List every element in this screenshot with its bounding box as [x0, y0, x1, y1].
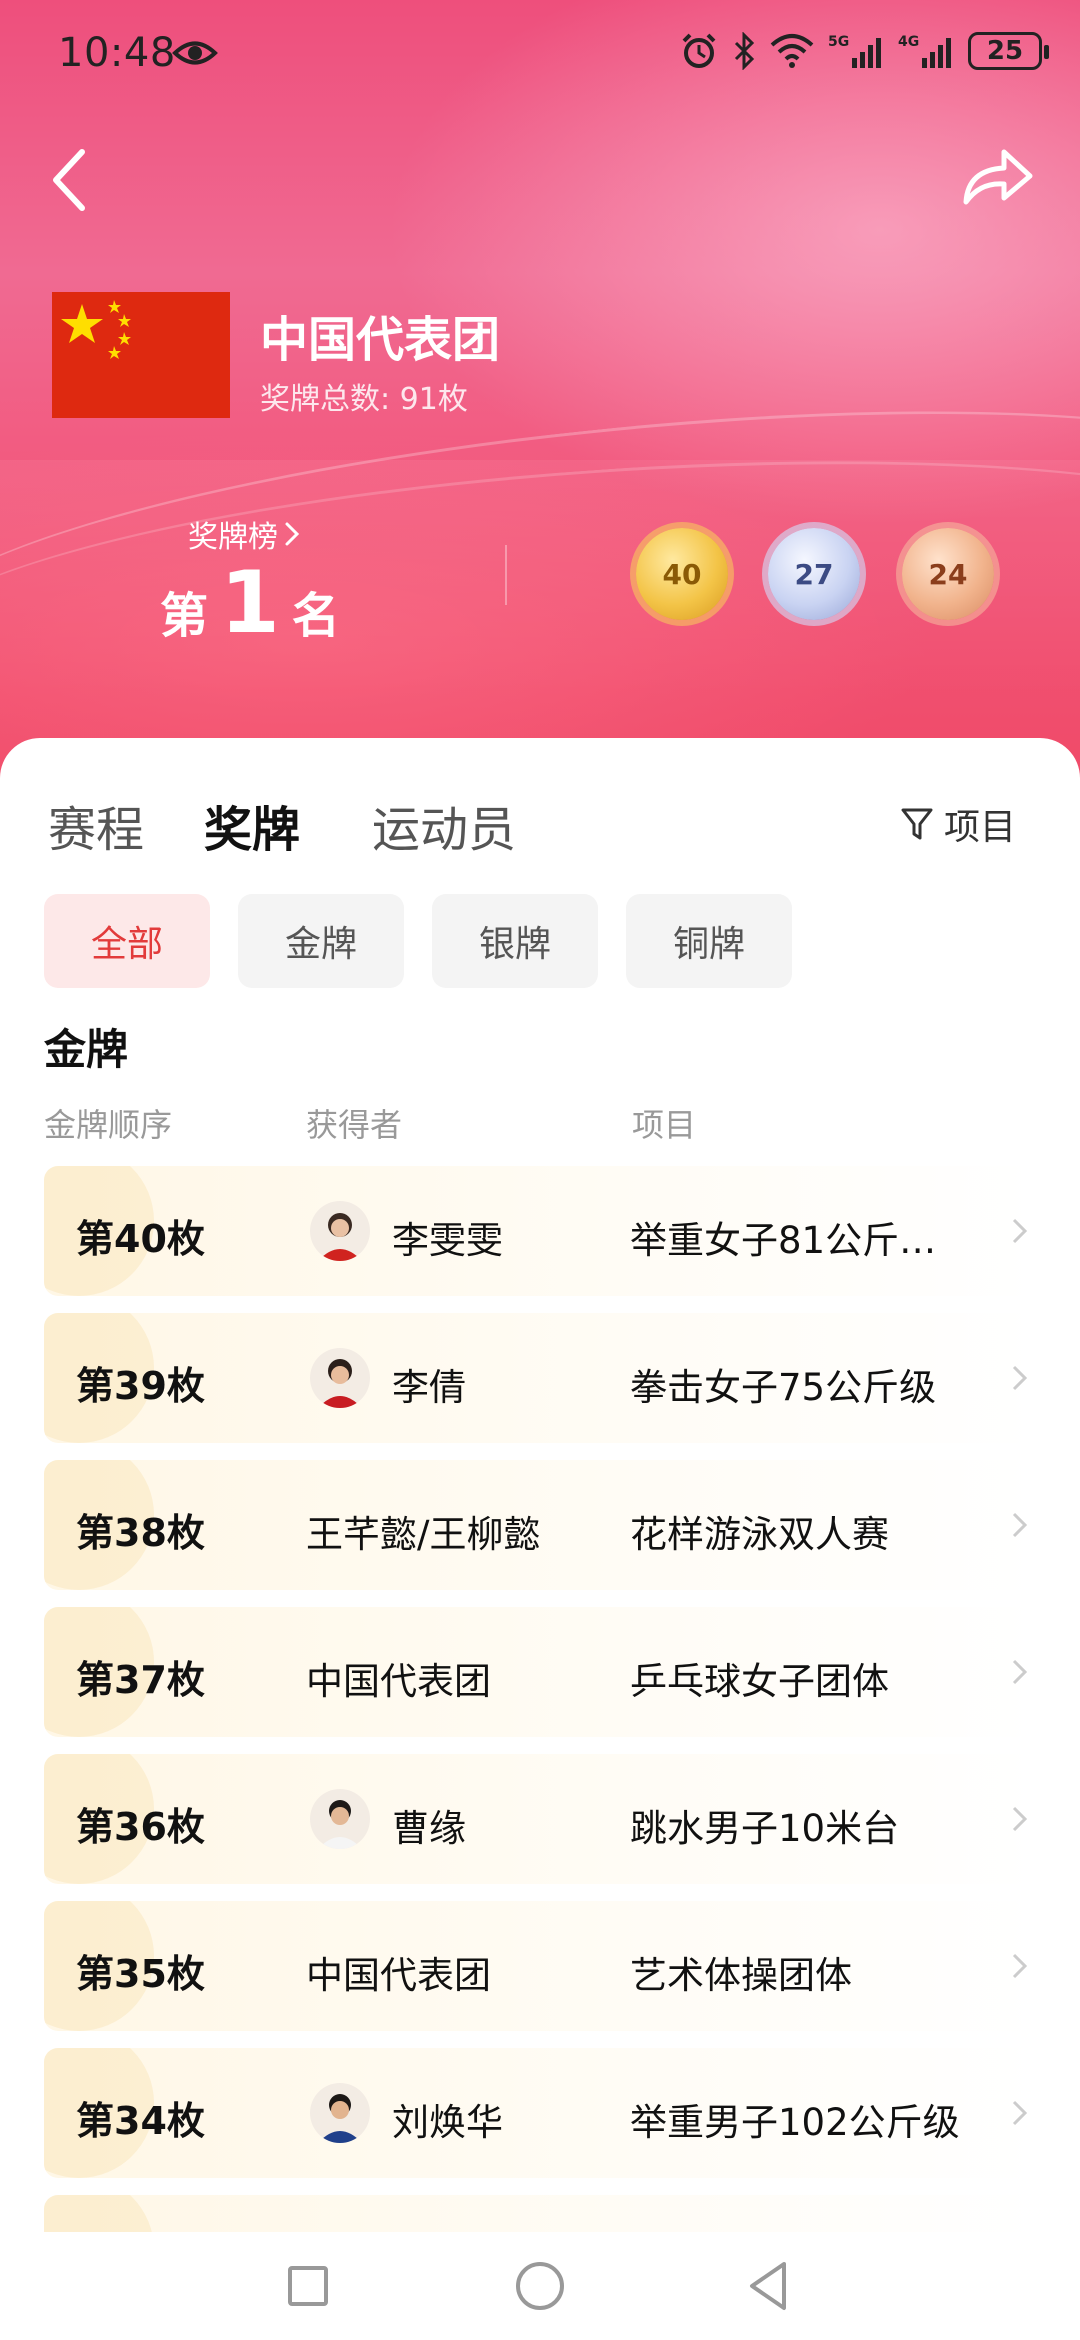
winner-name: 王芊懿/王柳懿	[306, 1513, 541, 1556]
medal-table-label: 奖牌榜	[188, 520, 278, 555]
system-back-button[interactable]	[746, 2260, 790, 2312]
event-name: 艺术体操团体	[630, 1954, 852, 1997]
event-name: 举重女子81公斤…	[630, 1219, 937, 1262]
medal-order: 第36枚	[76, 1805, 205, 1849]
medal-table-link[interactable]: 奖牌榜	[188, 512, 300, 556]
recents-button[interactable]	[288, 2266, 328, 2306]
medal-order: 第34枚	[76, 2099, 205, 2143]
bronze-count: 24	[928, 557, 968, 591]
status-time: 10:48	[58, 30, 176, 76]
medal-row[interactable]: 第39枚 李倩 拳击女子75公斤级	[44, 1313, 1034, 1443]
team-name: 中国代表团	[260, 312, 501, 368]
column-header-winner: 获得者	[306, 1106, 403, 1144]
winner-name: 李倩	[392, 1366, 466, 1409]
chevron-right-icon	[1012, 1806, 1028, 1832]
medal-row[interactable]: 第37枚 中国代表团 乒乓球女子团体	[44, 1607, 1034, 1737]
event-name: 举重男子102公斤级	[630, 2101, 960, 2144]
status-icons: 5G 4G 25	[680, 32, 1049, 70]
medal-total: 奖牌总数: 91枚	[260, 382, 468, 417]
medal-order: 第39枚	[76, 1364, 205, 1408]
event-name: 乒乓球女子团体	[630, 1660, 889, 1703]
event-name: 花样游泳双人赛	[630, 1513, 889, 1556]
chevron-right-icon	[1012, 2100, 1028, 2126]
athlete-avatar	[310, 1201, 370, 1261]
filter-label: 项目	[944, 807, 1017, 848]
winner-name: 中国代表团	[306, 1954, 491, 1997]
share-button[interactable]	[960, 140, 1036, 210]
chevron-right-icon	[1012, 1365, 1028, 1391]
medal-order: 第38枚	[76, 1511, 205, 1555]
chip-gold[interactable]: 金牌	[238, 894, 404, 988]
gold-medal-count: 40	[636, 528, 728, 620]
chip-bronze[interactable]: 铜牌	[626, 894, 792, 988]
winner-name: 曹缘	[392, 1807, 466, 1850]
tab-medals[interactable]: 奖牌	[204, 790, 300, 860]
tab-athletes[interactable]: 运动员	[372, 790, 516, 860]
alarm-icon	[682, 33, 716, 68]
share-icon	[963, 149, 1033, 205]
event-name: 跳水男子10米台	[630, 1807, 900, 1850]
silver-medal-count: 27	[768, 528, 860, 620]
4g-signal-icon: 4G	[898, 34, 951, 68]
winner-name: 刘焕华	[392, 2101, 503, 2144]
chevron-right-icon	[1012, 1659, 1028, 1685]
eye-icon	[172, 41, 218, 65]
chevron-right-icon	[1012, 1953, 1028, 1979]
event-name: 拳击女子75公斤级	[630, 1366, 937, 1409]
status-bar: 10:48 5G 4G 25	[0, 0, 1080, 110]
medal-row[interactable]: 第36枚 曹缘 跳水男子10米台	[44, 1754, 1034, 1884]
medal-order: 第40枚	[76, 1217, 205, 1261]
medal-row[interactable]: 第35枚 中国代表团 艺术体操团体	[44, 1901, 1034, 2031]
chevron-right-icon	[1012, 1512, 1028, 1538]
back-button[interactable]	[42, 140, 102, 220]
column-header-order: 金牌顺序	[44, 1106, 173, 1144]
winner-name: 中国代表团	[306, 1660, 491, 1703]
chevron-right-icon	[285, 522, 300, 546]
section-title: 金牌	[44, 1025, 129, 1074]
medal-row[interactable]: 第38枚 王芊懿/王柳懿 花样游泳双人赛	[44, 1460, 1034, 1590]
battery-level: 25	[986, 36, 1024, 66]
5g-signal-icon: 5G	[828, 34, 881, 68]
medal-order: 第35枚	[76, 1952, 205, 1996]
column-header-event: 项目	[632, 1106, 697, 1144]
home-button[interactable]	[516, 2262, 564, 2310]
rank-display: 第 1 名	[160, 560, 340, 646]
event-filter-button[interactable]: 项目	[900, 798, 1016, 850]
battery-icon: 25	[968, 32, 1049, 70]
bronze-medal-count: 24	[902, 528, 994, 620]
rank-suffix: 名	[291, 588, 340, 644]
bluetooth-icon	[734, 32, 755, 70]
chevron-right-icon	[1012, 1218, 1028, 1244]
svg-text:5G: 5G	[828, 34, 849, 50]
silver-count: 27	[794, 557, 834, 591]
medal-row[interactable]: 第40枚 李雯雯 举重女子81公斤…	[44, 1166, 1034, 1296]
rank-prefix: 第	[160, 588, 209, 644]
athlete-avatar	[310, 2083, 370, 2143]
chevron-left-icon	[53, 149, 85, 211]
rank-number: 1	[220, 553, 280, 653]
athlete-avatar	[310, 1348, 370, 1408]
wifi-icon	[770, 34, 814, 68]
divider	[505, 545, 507, 605]
medal-order: 第37枚	[76, 1658, 205, 1702]
tab-schedule[interactable]: 赛程	[48, 790, 144, 860]
filter-icon	[901, 808, 933, 840]
gold-count: 40	[662, 557, 702, 591]
china-flag-icon	[52, 292, 230, 418]
system-nav-bar	[0, 2232, 1080, 2340]
medal-row[interactable]: 第34枚 刘焕华 举重男子102公斤级	[44, 2048, 1034, 2178]
athlete-avatar	[310, 1789, 370, 1849]
winner-name: 李雯雯	[392, 1219, 503, 1262]
chip-all[interactable]: 全部	[44, 894, 210, 988]
svg-text:4G: 4G	[898, 34, 919, 50]
chip-silver[interactable]: 银牌	[432, 894, 598, 988]
